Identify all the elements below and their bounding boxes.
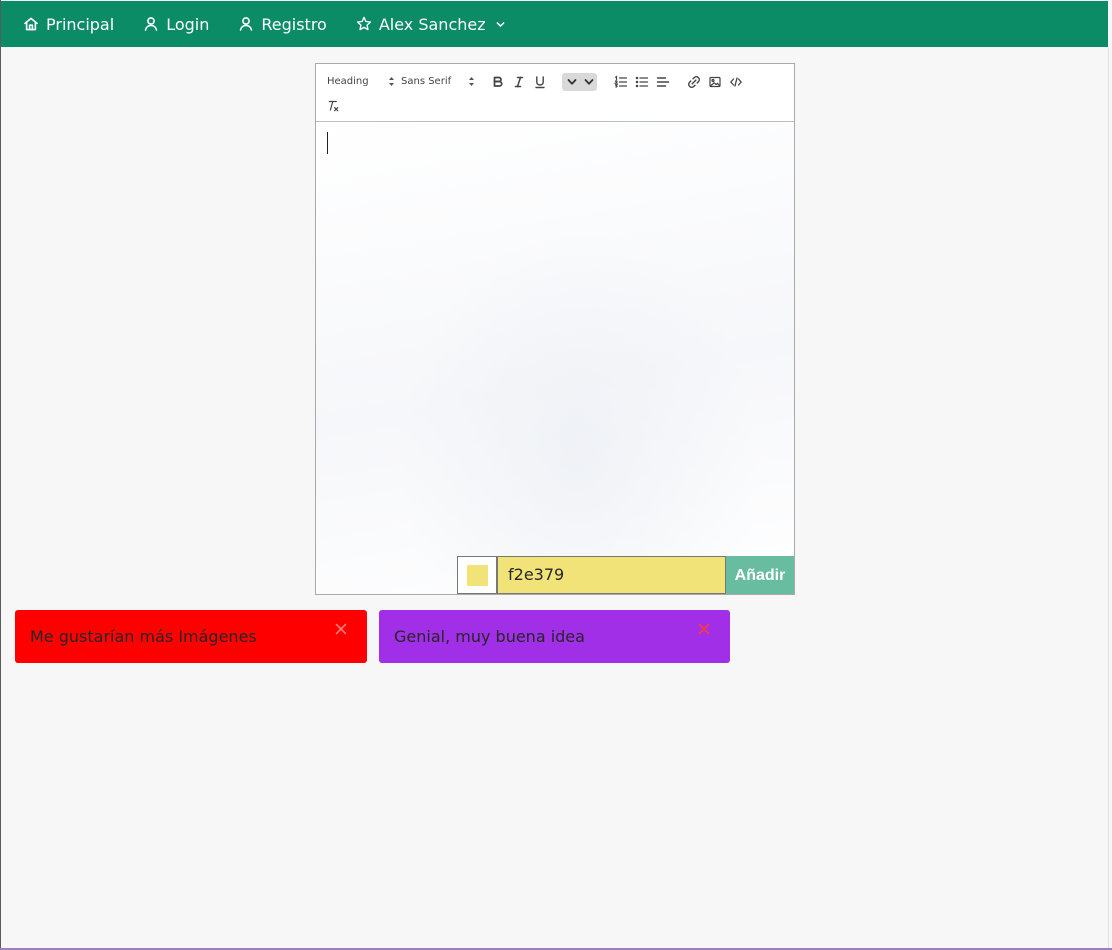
- bold-icon: [493, 76, 503, 87]
- code-icon: [730, 77, 742, 87]
- bold-button[interactable]: [490, 74, 506, 90]
- nav-login[interactable]: Login: [143, 1, 209, 47]
- home-icon: [24, 17, 38, 31]
- color-picker-button[interactable]: [457, 556, 497, 594]
- italic-icon: [514, 76, 524, 88]
- user-icon: [144, 17, 158, 31]
- clear-format-icon: [328, 100, 339, 112]
- comment-text: Genial, muy buena idea: [394, 627, 585, 646]
- chevron-down-icon: [496, 21, 505, 27]
- star-icon: [356, 16, 371, 31]
- nav-login-label: Login: [166, 14, 210, 34]
- main-navbar: Principal Login Registro Alex Sanchez: [1, 1, 1108, 47]
- nav-registro-label: Registro: [261, 14, 327, 34]
- align-left-icon: [656, 77, 670, 87]
- editor-toolbar: Heading Sans Serif: [316, 64, 794, 122]
- nav-principal[interactable]: Principal: [23, 1, 114, 47]
- app-window: Principal Login Registro Alex Sanchez He…: [0, 0, 1112, 950]
- align-button[interactable]: [655, 74, 671, 90]
- chevron-down-icon: [584, 79, 594, 85]
- close-comment-button[interactable]: [698, 623, 710, 635]
- italic-button[interactable]: [511, 74, 527, 90]
- nav-user-name: Alex Sanchez: [378, 14, 486, 34]
- comment-card-red: Me gustarían más Imágenes: [15, 610, 367, 663]
- heading-select[interactable]: Heading: [327, 74, 394, 90]
- close-icon: [335, 623, 347, 635]
- selected-color-swatch: [467, 565, 488, 586]
- image-button[interactable]: [707, 74, 723, 90]
- chevron-down-icon: [567, 79, 577, 85]
- select-arrows-icon: [389, 77, 394, 86]
- editor-text-area[interactable]: [316, 122, 794, 594]
- underline-button[interactable]: [532, 74, 548, 90]
- nav-user-menu[interactable]: Alex Sanchez: [356, 1, 506, 47]
- left-window-edge: [0, 0, 1, 948]
- size-select[interactable]: [562, 73, 597, 91]
- user-icon: [240, 17, 253, 31]
- code-button[interactable]: [728, 74, 744, 90]
- image-icon: [709, 76, 721, 88]
- comment-text: Me gustarían más Imágenes: [30, 627, 257, 646]
- clear-format-button[interactable]: [325, 98, 341, 114]
- underline-icon: [535, 76, 545, 89]
- link-button[interactable]: [686, 74, 702, 90]
- close-comment-button[interactable]: [335, 623, 347, 635]
- close-icon: [698, 623, 710, 635]
- ordered-list-button[interactable]: [613, 74, 629, 90]
- rich-text-editor: Heading Sans Serif f2e379 Añadir: [315, 63, 795, 595]
- link-icon: [688, 76, 700, 88]
- font-select-label: Sans Serif: [401, 76, 452, 87]
- comment-card-purple: Genial, muy buena idea: [379, 610, 730, 663]
- right-window-edge: [1108, 48, 1112, 948]
- bullet-list-button[interactable]: [634, 74, 650, 90]
- nav-principal-label: Principal: [46, 14, 115, 34]
- bullet-list-icon: [635, 76, 649, 88]
- ordered-list-icon: [613, 75, 628, 88]
- font-select[interactable]: Sans Serif: [401, 74, 474, 90]
- heading-select-label: Heading: [327, 76, 369, 87]
- color-hex-input[interactable]: f2e379: [497, 556, 726, 594]
- nav-registro[interactable]: Registro: [238, 1, 327, 47]
- select-arrows-icon: [469, 77, 474, 86]
- text-cursor: [327, 132, 328, 154]
- add-button[interactable]: Añadir: [726, 556, 794, 594]
